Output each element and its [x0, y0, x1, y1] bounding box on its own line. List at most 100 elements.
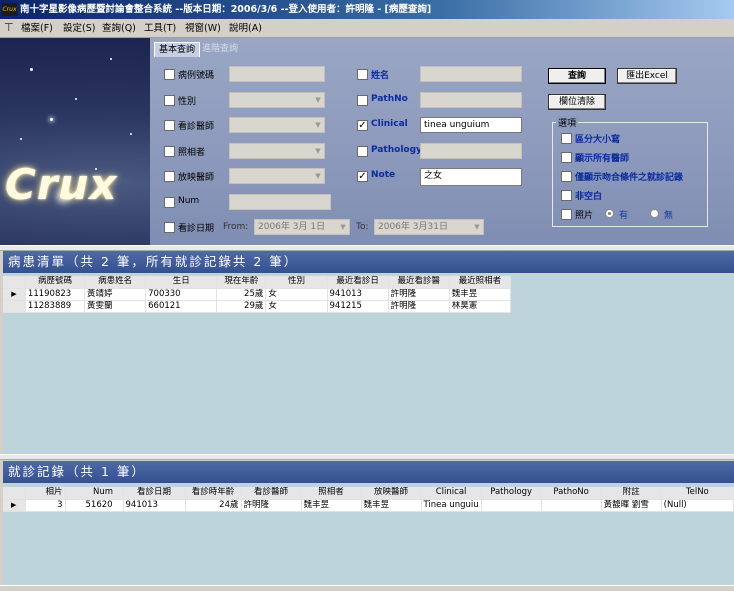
table-cell: 25歲 — [216, 288, 267, 301]
menu-bar: ⊤ 檔案(F) 設定(S) 查詢(Q) 工具(T) 視窗(W) 說明(A) — [0, 19, 734, 38]
photo-label: 照片 — [575, 211, 594, 221]
chart-number-checkbox[interactable] — [164, 69, 175, 80]
window-bottom-edge — [0, 585, 734, 591]
column-header[interactable]: 生日 — [145, 276, 218, 289]
splitter[interactable] — [0, 454, 734, 460]
name-checkbox[interactable] — [357, 69, 368, 80]
star — [50, 118, 53, 121]
menu-tools[interactable]: 工具(T) — [141, 21, 179, 36]
num-input[interactable] — [229, 194, 331, 210]
options-title: 選項 — [556, 116, 579, 129]
column-header[interactable]: Clinical — [421, 487, 482, 500]
show-all-doctors-checkbox[interactable] — [561, 152, 572, 163]
patient-list-title: 病患清單（共 2 筆，所有就診記錄共 2 筆） — [3, 251, 734, 273]
chart-number-input[interactable] — [229, 66, 325, 82]
chart-number-label: 病例號碼 — [178, 71, 215, 81]
matching-visits-only-checkbox[interactable] — [561, 171, 572, 182]
pathology-checkbox[interactable] — [357, 146, 368, 157]
name-input[interactable] — [420, 66, 522, 82]
date-from-value: 2006年 3月 1日 — [258, 222, 326, 232]
column-header[interactable]: 最近照相者 — [449, 276, 512, 289]
column-header[interactable]: 現在年齡 — [216, 276, 267, 289]
star — [110, 58, 112, 60]
current-row-indicator-icon: ▶ — [3, 288, 26, 301]
tab-basic-query[interactable]: 基本查詢 — [154, 42, 201, 57]
menu-file[interactable]: 檔案(F) — [18, 21, 56, 36]
column-header[interactable]: 附註 — [601, 487, 662, 500]
table-cell: 黃馥暉 劉雪 — [601, 499, 662, 512]
column-header[interactable]: PathoNo — [541, 487, 602, 500]
table-cell — [541, 499, 602, 512]
table-row[interactable]: 11283889 黃雯蘭 660121 29歲 女 941215 許明隆 林昊憲 — [3, 300, 512, 313]
chevron-down-icon: ▼ — [315, 147, 321, 155]
attending-doctor-label: 看診醫師 — [178, 122, 215, 132]
menu-window[interactable]: 視窗(W) — [182, 21, 224, 36]
column-header[interactable]: 看診醫師 — [241, 487, 302, 500]
gender-checkbox[interactable] — [164, 95, 175, 106]
search-button[interactable]: 查詢 — [548, 68, 606, 84]
table-cell: 51620 — [65, 499, 124, 512]
pathno-input[interactable] — [420, 92, 522, 108]
date-to-picker[interactable]: 2006年 3月31日 ▼ — [374, 219, 484, 235]
crux-logo: Crux — [5, 160, 118, 209]
app-icon: Crux — [2, 3, 17, 16]
menu-help[interactable]: 說明(A) — [226, 21, 265, 36]
presenting-doctor-checkbox[interactable] — [164, 171, 175, 182]
column-header[interactable]: 最近看診醫 — [388, 276, 450, 289]
column-header[interactable]: 病患姓名 — [84, 276, 147, 289]
column-header[interactable]: 相片 — [25, 487, 66, 500]
pathology-input[interactable] — [420, 143, 522, 159]
chevron-down-icon: ▼ — [474, 223, 480, 231]
clear-fields-button[interactable]: 欄位清除 — [548, 94, 606, 110]
non-blank-label: 非空白 — [575, 192, 603, 202]
num-label: Num — [178, 196, 200, 206]
column-header[interactable]: TelNo — [661, 487, 734, 500]
photographer-select[interactable]: ▼ — [229, 143, 325, 159]
clinical-input[interactable]: tinea unguium — [420, 117, 522, 133]
note-input[interactable]: 之女 — [420, 168, 522, 186]
visit-date-checkbox[interactable] — [164, 222, 175, 233]
note-label: Note — [371, 170, 396, 180]
num-checkbox[interactable] — [164, 197, 175, 208]
column-header[interactable]: Pathology — [481, 487, 542, 500]
menu-query[interactable]: 查詢(Q) — [99, 21, 139, 36]
table-cell: 黃雯蘭 — [84, 300, 147, 313]
gender-select[interactable]: ▼ — [229, 92, 325, 108]
table-cell: 黃靖婷 — [84, 288, 147, 301]
column-header[interactable]: 放映醫師 — [361, 487, 422, 500]
column-header[interactable]: 看診日期 — [123, 487, 186, 500]
pathno-checkbox[interactable] — [357, 95, 368, 106]
table-cell — [481, 499, 542, 512]
photo-yes-radio[interactable] — [605, 209, 614, 218]
non-blank-checkbox[interactable] — [561, 190, 572, 201]
tab-advanced-query[interactable]: 進階查詢 — [198, 42, 242, 57]
attending-doctor-select[interactable]: ▼ — [229, 117, 325, 133]
table-cell: 3 — [25, 499, 66, 512]
photographer-checkbox[interactable] — [164, 146, 175, 157]
clinical-checkbox[interactable]: ✓ — [357, 120, 368, 131]
date-from-picker[interactable]: 2006年 3月 1日 ▼ — [254, 219, 350, 235]
presenting-doctor-select[interactable]: ▼ — [229, 168, 325, 184]
table-row[interactable]: ▶ 3 51620 941013 24歲 許明隆 魏丰昱 魏丰昱 Tinea u… — [3, 499, 734, 512]
column-header[interactable]: Num — [65, 487, 124, 500]
funnel-icon[interactable]: ⊤ — [4, 21, 14, 34]
table-cell: 女 — [265, 288, 328, 301]
table-row[interactable]: ▶ 11190823 黃靖婷 700330 25歲 女 941013 許明隆 魏… — [3, 288, 512, 301]
show-all-doctors-label: 顯示所有醫師 — [575, 154, 630, 164]
date-to-label: To: — [356, 222, 369, 232]
table-header-row: 相片 Num 看診日期 看診時年齡 看診醫師 照相者 放映醫師 Clinical… — [3, 487, 734, 500]
attending-doctor-checkbox[interactable] — [164, 120, 175, 131]
photo-yes-label: 有 — [619, 211, 629, 221]
column-header[interactable]: 看診時年齡 — [185, 487, 242, 500]
table-cell: Tinea unguiu — [421, 499, 482, 512]
column-header[interactable]: 性別 — [265, 276, 328, 289]
case-sensitive-checkbox[interactable] — [561, 133, 572, 144]
column-header[interactable]: 最近看診日 — [327, 276, 389, 289]
photo-no-radio[interactable] — [650, 209, 659, 218]
column-header[interactable]: 照相者 — [301, 487, 362, 500]
menu-settings[interactable]: 設定(S) — [60, 21, 98, 36]
export-excel-button[interactable]: 匯出Excel — [617, 68, 677, 84]
note-checkbox[interactable]: ✓ — [357, 171, 368, 182]
column-header[interactable]: 病歷號碼 — [25, 276, 86, 289]
photo-checkbox[interactable] — [561, 209, 572, 220]
